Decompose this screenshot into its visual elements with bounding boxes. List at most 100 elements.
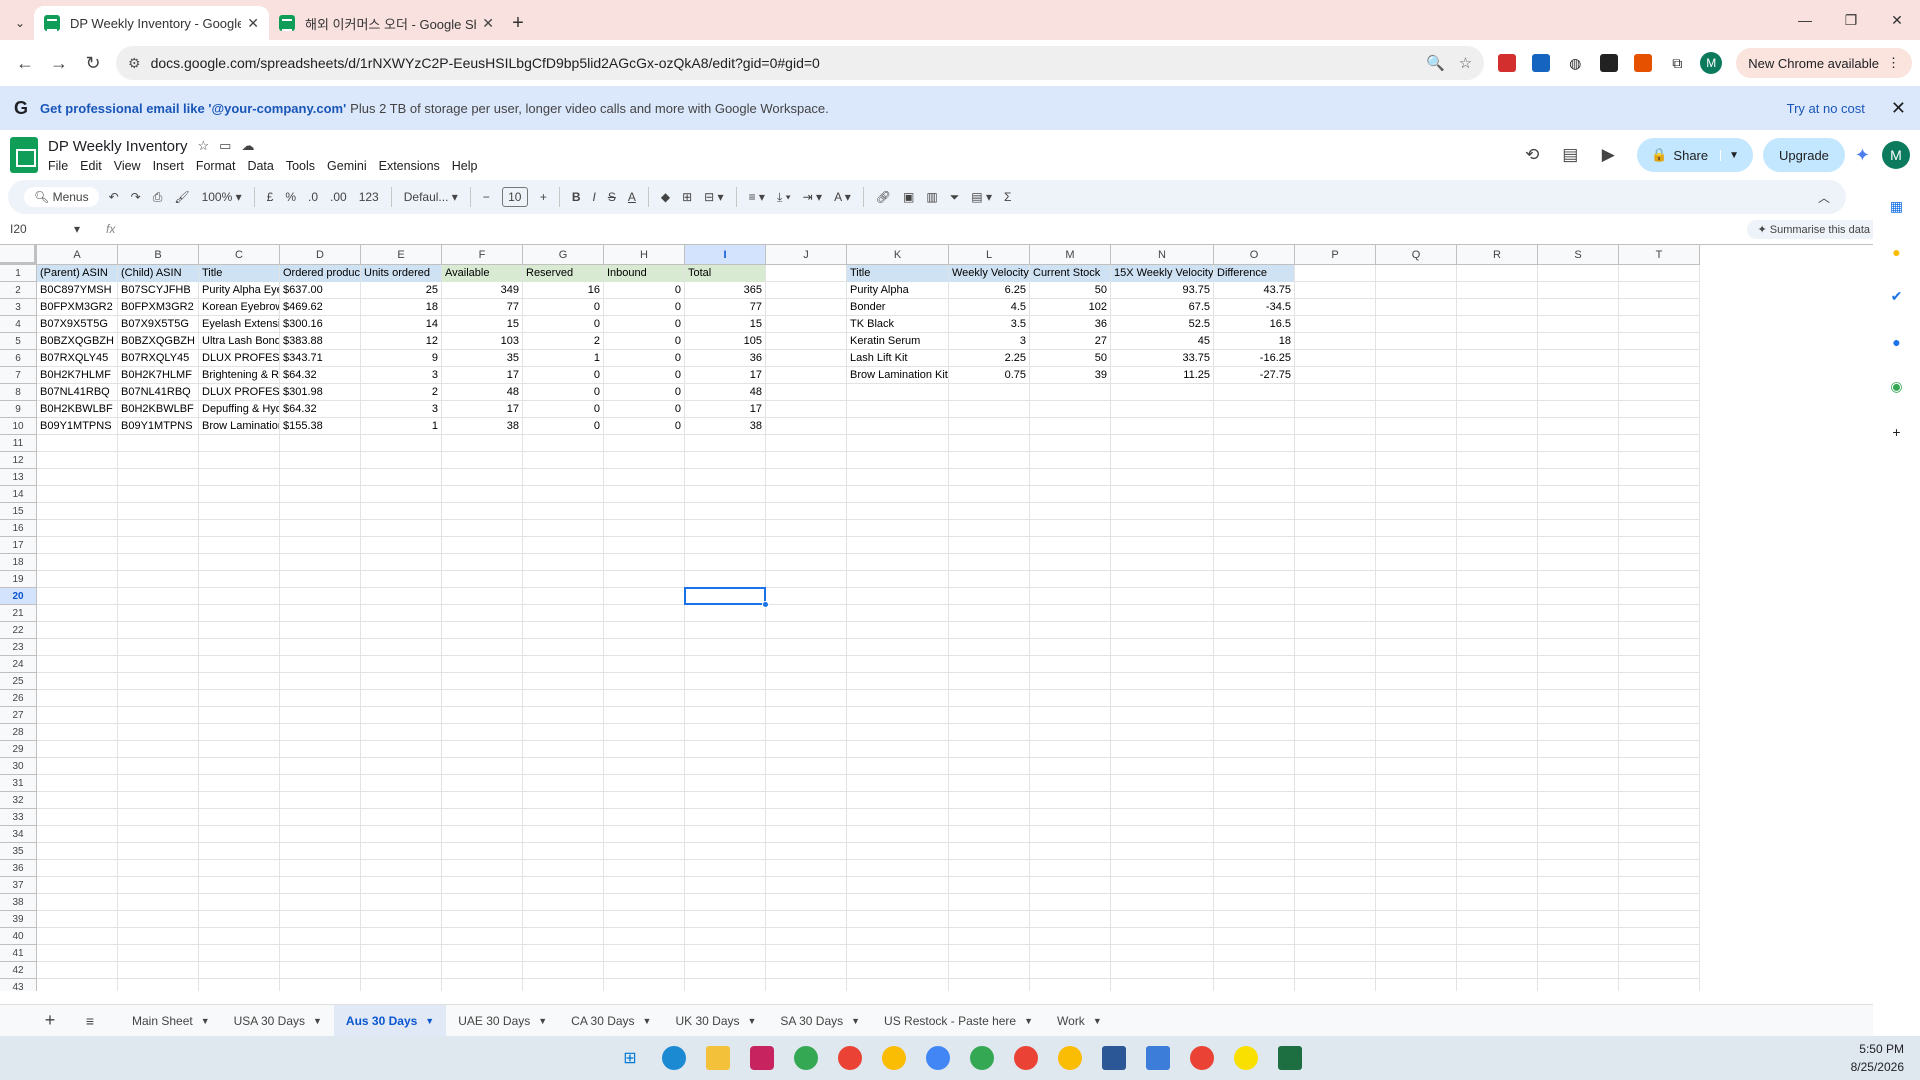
font-select[interactable]: Defaul... ▾	[404, 190, 458, 204]
close-window-icon[interactable]: ✕	[1874, 0, 1920, 40]
extensions-puzzle-icon[interactable]: ⧉	[1662, 48, 1692, 78]
chevron-down-icon[interactable]: ▼	[425, 1016, 434, 1026]
table-cell[interactable]: 9	[361, 350, 441, 367]
contacts-icon[interactable]: ●	[1873, 319, 1920, 364]
sheet-tab[interactable]: UK 30 Days ▼	[663, 1005, 768, 1037]
table-cell[interactable]: B0H2K7HLMF	[118, 367, 198, 384]
snipping-tool-icon[interactable]	[744, 1040, 780, 1076]
table-cell[interactable]: 17	[685, 367, 765, 384]
table-cell[interactable]: 17	[442, 367, 522, 384]
new-tab-button[interactable]: +	[504, 9, 532, 37]
table-cell[interactable]: $64.32	[280, 367, 360, 384]
terminal-icon[interactable]	[1096, 1040, 1132, 1076]
table-cell[interactable]: Brow Lamination	[199, 418, 279, 435]
table-cell[interactable]: 77	[442, 299, 522, 316]
undo-icon[interactable]: ↶	[109, 190, 119, 204]
table-cell[interactable]: 0	[604, 299, 684, 316]
name-box[interactable]: I20 ▾	[10, 222, 86, 236]
row-header-28[interactable]: 28	[0, 724, 37, 741]
windows-start-icon[interactable]: ⊞	[612, 1040, 648, 1076]
table-cell[interactable]: $343.71	[280, 350, 360, 367]
row-header-7[interactable]: 7	[0, 367, 37, 384]
search-menus-button[interactable]: 🔍︎ Menus	[24, 187, 99, 207]
table-cell[interactable]: 39	[1030, 367, 1110, 384]
reload-icon[interactable]: ↻	[76, 46, 110, 80]
share-button[interactable]: 🔒 Share ▼	[1637, 138, 1754, 172]
table-cell[interactable]: 3	[361, 367, 441, 384]
header-cell-c[interactable]: Title	[199, 265, 279, 282]
table-cell[interactable]: 52.5	[1111, 316, 1213, 333]
insert-link-icon[interactable]: 🔗︎	[876, 190, 891, 204]
row-header-23[interactable]: 23	[0, 639, 37, 656]
select-all-corner[interactable]	[0, 245, 37, 265]
row-header-4[interactable]: 4	[0, 316, 37, 333]
table-cell[interactable]: Purity Alpha Eye	[199, 282, 279, 299]
table-cell[interactable]: 0.75	[949, 367, 1029, 384]
edge-icon[interactable]	[656, 1040, 692, 1076]
text-wrapping-icon[interactable]: ⇥ ▾	[803, 190, 822, 204]
table-cell[interactable]: 365	[685, 282, 765, 299]
header-cell-d[interactable]: Ordered product	[280, 265, 360, 282]
row-header-6[interactable]: 6	[0, 350, 37, 367]
header-cell-h[interactable]: Inbound	[604, 265, 684, 282]
table-cell[interactable]: 0	[523, 384, 603, 401]
table-cell[interactable]: DLUX PROFESS	[199, 350, 279, 367]
row-header-13[interactable]: 13	[0, 469, 37, 486]
table-cell[interactable]: 36	[685, 350, 765, 367]
row-header-36[interactable]: 36	[0, 860, 37, 877]
meet-video-icon[interactable]: ▶	[1589, 138, 1627, 172]
table-cell[interactable]: $637.00	[280, 282, 360, 299]
chrome-icon[interactable]	[964, 1040, 1000, 1076]
extension-grid-icon[interactable]	[1526, 48, 1556, 78]
chrome-icon[interactable]	[1184, 1040, 1220, 1076]
table-cell[interactable]: B07RXQLY45	[37, 350, 117, 367]
header-cell-n[interactable]: 15X Weekly Velocity	[1111, 265, 1213, 282]
menu-data[interactable]: Data	[247, 159, 273, 173]
table-cell[interactable]: 11.25	[1111, 367, 1213, 384]
menu-format[interactable]: Format	[196, 159, 236, 173]
table-cell[interactable]: 0	[604, 401, 684, 418]
table-cell[interactable]: 16.5	[1214, 316, 1294, 333]
table-cell[interactable]: 17	[685, 401, 765, 418]
row-header-34[interactable]: 34	[0, 826, 37, 843]
sheet-tab[interactable]: UAE 30 Days ▼	[446, 1005, 559, 1037]
column-header-p[interactable]: P	[1295, 245, 1376, 265]
chevron-down-icon[interactable]: ▼	[1720, 149, 1739, 161]
table-cell[interactable]: Keratin Serum	[847, 333, 948, 350]
table-cell[interactable]: 27	[1030, 333, 1110, 350]
chevron-down-icon[interactable]: ▼	[313, 1016, 322, 1026]
table-cell[interactable]: 93.75	[1111, 282, 1213, 299]
table-cell[interactable]: $383.88	[280, 333, 360, 350]
table-cell[interactable]: 0	[523, 367, 603, 384]
column-header-q[interactable]: Q	[1376, 245, 1457, 265]
menu-file[interactable]: File	[48, 159, 68, 173]
row-header-43[interactable]: 43	[0, 979, 37, 991]
row-header-38[interactable]: 38	[0, 894, 37, 911]
column-header-m[interactable]: M	[1030, 245, 1111, 265]
chevron-down-icon[interactable]: ▼	[1024, 1016, 1033, 1026]
header-cell-o[interactable]: Difference	[1214, 265, 1294, 282]
minimize-icon[interactable]: —	[1782, 0, 1828, 40]
row-header-37[interactable]: 37	[0, 877, 37, 894]
chevron-down-icon[interactable]: ▼	[538, 1016, 547, 1026]
table-cell[interactable]: 0	[604, 282, 684, 299]
table-cell[interactable]: DLUX PROFESS	[199, 384, 279, 401]
percent-format-button[interactable]: %	[285, 190, 296, 204]
column-header-d[interactable]: D	[280, 245, 361, 265]
header-cell-l[interactable]: Weekly Velocity	[949, 265, 1029, 282]
file-explorer-icon[interactable]	[700, 1040, 736, 1076]
chrome-icon[interactable]	[788, 1040, 824, 1076]
restore-icon[interactable]: ❐	[1828, 0, 1874, 40]
menu-help[interactable]: Help	[452, 159, 478, 173]
table-cell[interactable]: B0C897YMSH	[37, 282, 117, 299]
table-cell[interactable]: B09Y1MTPNS	[37, 418, 117, 435]
row-header-32[interactable]: 32	[0, 792, 37, 809]
table-cell[interactable]: 16	[523, 282, 603, 299]
header-cell-m[interactable]: Current Stock	[1030, 265, 1110, 282]
sheet-tab[interactable]: SA 30 Days ▼	[768, 1005, 872, 1037]
chrome-icon[interactable]	[920, 1040, 956, 1076]
sheet-tab[interactable]: Main Sheet ▼	[120, 1005, 222, 1037]
tab-search-icon[interactable]: ⌄	[6, 6, 34, 40]
table-cell[interactable]: $64.32	[280, 401, 360, 418]
table-cell[interactable]: 15	[442, 316, 522, 333]
